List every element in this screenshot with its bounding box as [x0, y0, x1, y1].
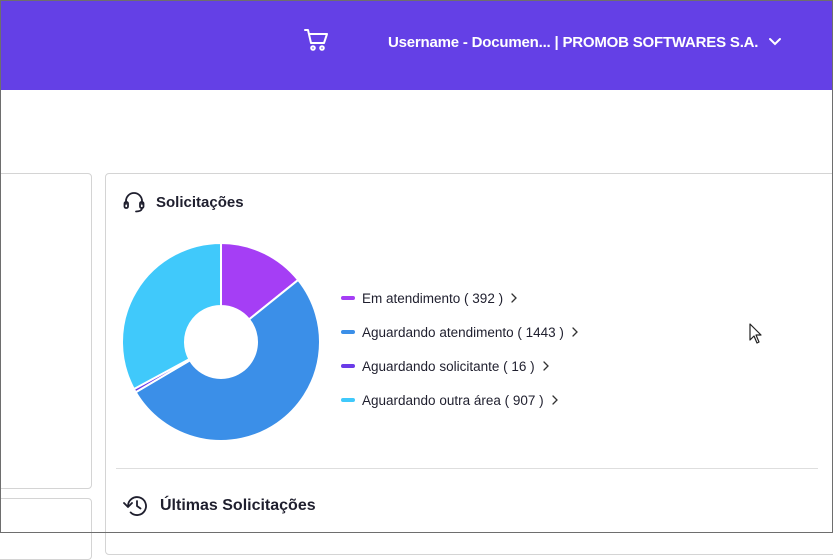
- divider: [116, 468, 818, 469]
- chevron-right-icon: [542, 361, 549, 371]
- solicitacoes-legend: Em atendimento ( 392 ) Aguardando atendim…: [341, 281, 579, 417]
- legend-swatch: [341, 398, 355, 402]
- legend-item[interactable]: Em atendimento ( 392 ): [341, 281, 579, 315]
- solicitacoes-donut-chart: [121, 242, 321, 442]
- headset-icon: [123, 192, 145, 213]
- solicitacoes-title: Solicitações: [156, 193, 244, 211]
- mouse-cursor-icon: [749, 323, 762, 344]
- history-icon: [123, 496, 147, 516]
- chevron-down-icon: [769, 38, 782, 46]
- ultimas-solicitacoes-title: Últimas Solicitações: [160, 497, 316, 514]
- legend-swatch: [341, 330, 355, 334]
- legend-swatch: [341, 296, 355, 300]
- chevron-right-icon: [572, 327, 578, 337]
- account-menu[interactable]: Username - Documen... | PROMOB SOFTWARES…: [388, 31, 782, 53]
- legend-swatch: [341, 364, 355, 368]
- solicitacoes-card: Solicitações Em atendimento ( 392 ) Aguar…: [105, 173, 833, 555]
- legend-label: Aguardando solicitante ( 16 ): [362, 358, 535, 374]
- solicitacoes-header: Solicitações: [122, 190, 244, 214]
- shopping-cart-icon[interactable]: [303, 27, 329, 53]
- top-bar: Username - Documen... | PROMOB SOFTWARES…: [0, 0, 833, 90]
- legend-label: Aguardando atendimento ( 1443 ): [362, 324, 564, 340]
- account-label: Username - Documen... | PROMOB SOFTWARES…: [388, 33, 759, 51]
- chevron-right-icon: [551, 395, 558, 405]
- left-panel-card-lower: [0, 498, 92, 560]
- legend-item[interactable]: Aguardando solicitante ( 16 ): [341, 349, 579, 383]
- legend-item[interactable]: Aguardando outra área ( 907 ): [341, 383, 579, 417]
- chevron-right-icon: [511, 293, 517, 303]
- left-panel-card: [0, 173, 92, 489]
- donut-slice[interactable]: [121, 242, 222, 391]
- legend-label: Aguardando outra área ( 907 ): [362, 392, 544, 408]
- legend-label: Em atendimento ( 392 ): [362, 290, 504, 306]
- ultimas-solicitacoes-header: Últimas Solicitações: [122, 493, 316, 519]
- legend-item[interactable]: Aguardando atendimento ( 1443 ): [341, 315, 579, 349]
